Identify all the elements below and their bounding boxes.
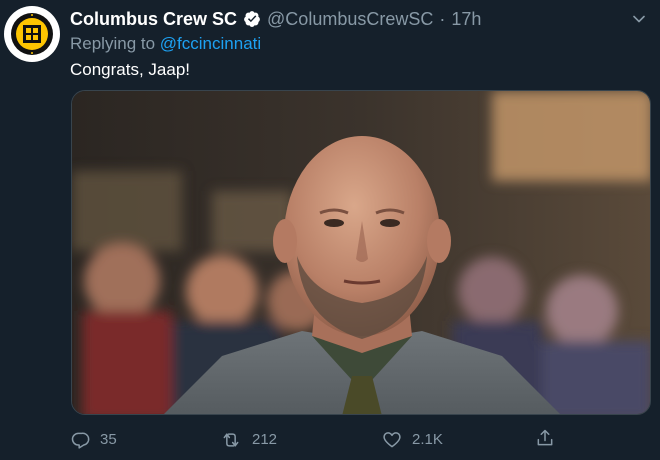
replying-to: Replying to @fccincinnati [70,34,261,54]
verified-icon [243,10,261,28]
chevron-down-icon[interactable] [632,12,646,26]
retweet-icon [220,430,242,450]
reply-button[interactable]: 35 [70,428,117,452]
reply-icon [70,430,90,450]
replying-prefix: Replying to [70,34,156,53]
mention-link[interactable]: @fccincinnati [160,34,261,53]
tweet-photo[interactable] [71,90,651,415]
tweet-actions: 35 212 2.1K [70,428,560,452]
heart-icon [382,430,402,450]
separator-dot: · [439,9,446,29]
avatar[interactable] [4,6,60,62]
retweet-count: 212 [252,431,278,448]
display-name[interactable]: Columbus Crew SC [70,8,237,30]
tweet: Columbus Crew SC @ColumbusCrewSC · 17h R… [0,0,660,460]
retweet-button[interactable]: 212 [220,428,277,452]
tweet-header: Columbus Crew SC @ColumbusCrewSC · 17h [70,8,481,30]
photo-image [72,91,650,414]
tweet-text: Congrats, Jaap! [70,60,191,79]
share-button[interactable] [535,428,555,448]
handle[interactable]: @ColumbusCrewSC [267,8,433,30]
crest-logo [8,10,56,58]
like-count: 2.1K [412,431,443,448]
timestamp[interactable]: 17h [451,8,481,30]
reply-count: 35 [100,431,117,448]
share-icon [535,428,555,448]
like-button[interactable]: 2.1K [382,428,443,452]
